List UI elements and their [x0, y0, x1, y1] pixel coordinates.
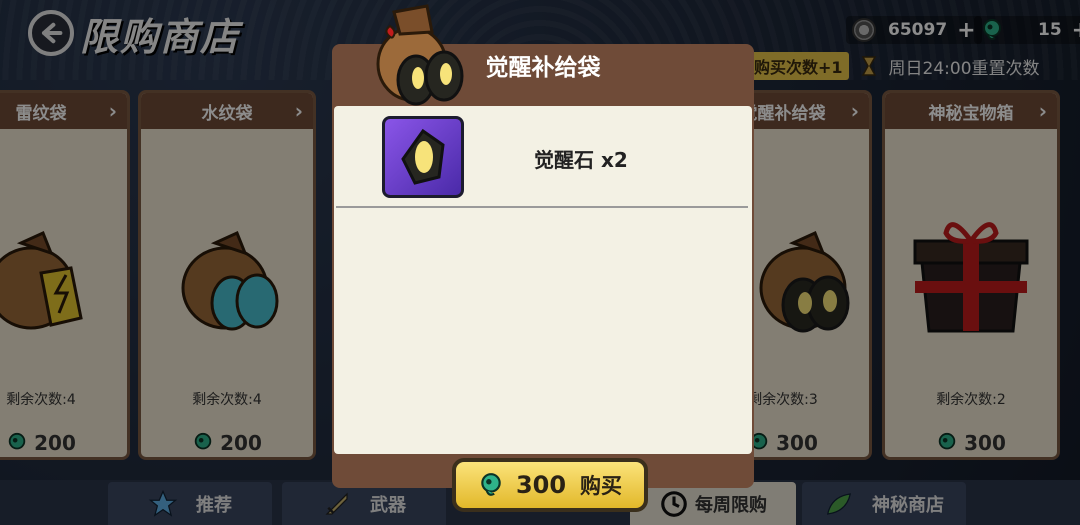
buy-label: 购买	[580, 474, 623, 498]
buy-button[interactable]: 300 购买	[452, 458, 648, 512]
reward-name: 觉醒石 x2	[534, 148, 628, 172]
modal-content: 觉醒石 x2	[334, 106, 752, 454]
gem-icon	[481, 473, 501, 496]
divider	[336, 206, 748, 208]
awakening-stone-icon	[382, 116, 464, 198]
awakening-bag-icon	[376, 4, 464, 106]
buy-price: 300	[515, 471, 567, 499]
